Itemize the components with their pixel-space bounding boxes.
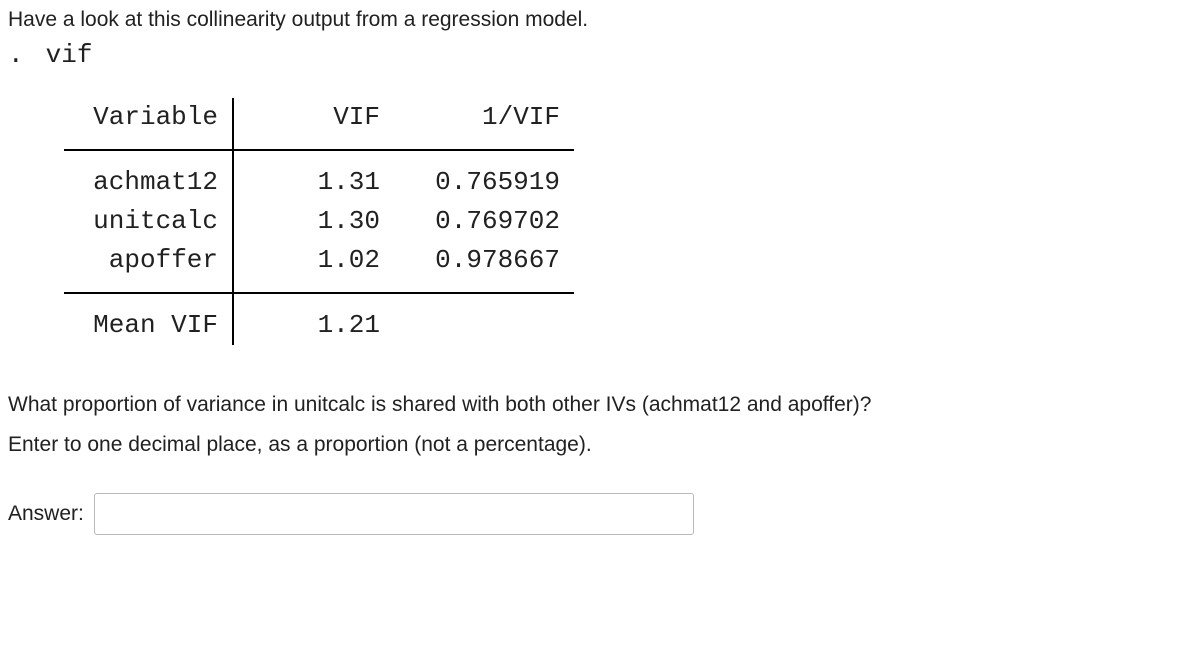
- header-inv-vif: 1/VIF: [394, 98, 574, 137]
- vif-table: Variable VIF 1/VIF achmat12 1.31 0.76591…: [64, 98, 1192, 345]
- cell-inv-vif: 0.978667: [394, 241, 574, 280]
- footer-label: Mean VIF: [64, 306, 234, 345]
- cell-variable: unitcalc: [64, 202, 234, 241]
- cell-vif: 1.30: [234, 202, 394, 241]
- table-header-row: Variable VIF 1/VIF: [64, 98, 1192, 137]
- question-line: Enter to one decimal place, as a proport…: [8, 425, 1192, 465]
- table-row: achmat12 1.31 0.765919: [64, 163, 1192, 202]
- answer-label: Answer:: [8, 502, 84, 526]
- cell-inv-vif: 0.765919: [394, 163, 574, 202]
- question-text: What proportion of variance in unitcalc …: [8, 385, 1192, 465]
- table-footer-row: Mean VIF 1.21: [64, 306, 1192, 345]
- question-line: What proportion of variance in unitcalc …: [8, 385, 1192, 425]
- answer-input[interactable]: [94, 493, 694, 535]
- header-variable: Variable: [64, 98, 234, 137]
- footer-value: 1.21: [234, 306, 394, 345]
- table-row: unitcalc 1.30 0.769702: [64, 202, 1192, 241]
- command-prompt: .: [8, 40, 30, 70]
- cell-variable: achmat12: [64, 163, 234, 202]
- cell-vif: 1.31: [234, 163, 394, 202]
- answer-row: Answer:: [8, 493, 1192, 535]
- command-text: vif: [46, 40, 93, 70]
- cell-variable: apoffer: [64, 241, 234, 280]
- header-vif: VIF: [234, 98, 394, 137]
- cell-vif: 1.02: [234, 241, 394, 280]
- cell-inv-vif: 0.769702: [394, 202, 574, 241]
- table-row: apoffer 1.02 0.978667: [64, 241, 1192, 280]
- intro-text: Have a look at this collinearity output …: [8, 8, 1192, 32]
- command-line: . vif: [8, 40, 1192, 70]
